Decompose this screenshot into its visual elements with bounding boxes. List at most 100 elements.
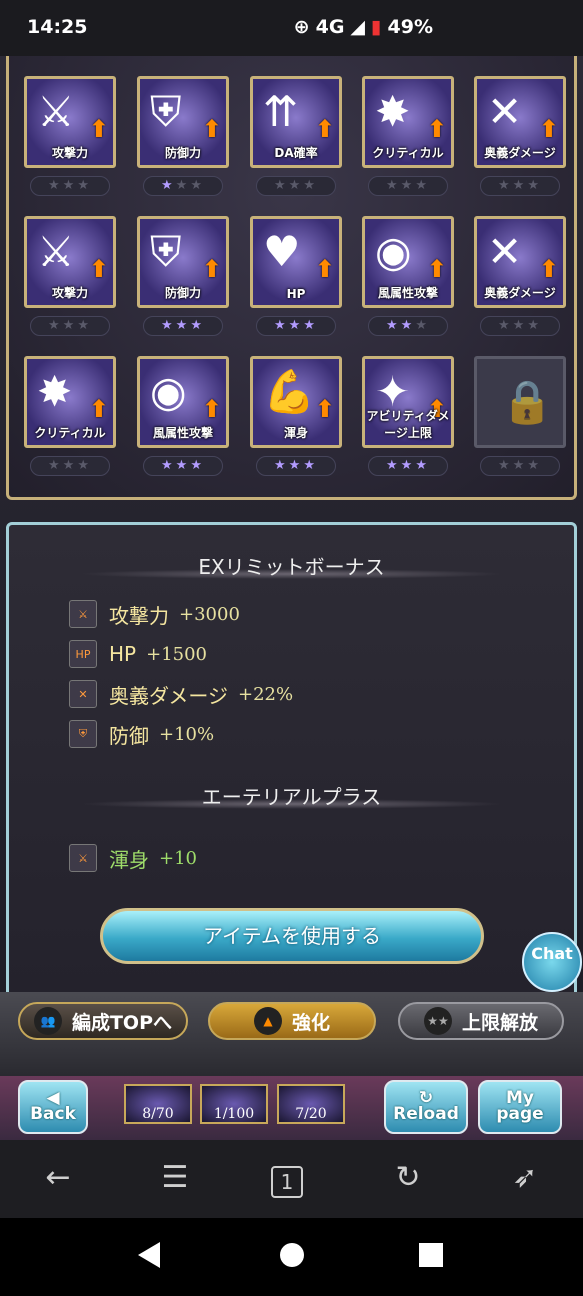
arrow-up-icon: ⬆ bbox=[426, 115, 447, 143]
skill-label: 防御力 bbox=[164, 146, 201, 160]
rocket-icon[interactable]: ➶ bbox=[505, 1160, 545, 1195]
bonus-name: 渾身 bbox=[109, 847, 149, 872]
sword-icon: ⚔ bbox=[69, 600, 97, 628]
arrow-up-icon: ⬆ bbox=[314, 395, 335, 423]
skill-slot[interactable]: ⛨ ⬆ 防御力 ★★★ bbox=[137, 216, 229, 336]
bonus-name: 攻撃力 bbox=[109, 603, 169, 628]
arrow-up-icon: ▲ bbox=[253, 1007, 282, 1035]
refresh-icon[interactable]: ↻ bbox=[388, 1160, 428, 1195]
skill-slot[interactable]: ◉ ⬆ 風属性攻撃 ★★★ bbox=[137, 356, 229, 476]
hp-icon: HP bbox=[69, 640, 97, 668]
menu-icon[interactable]: ☰ bbox=[155, 1160, 195, 1195]
skill-slot[interactable]: ⇈ ⬆ DA確率 ★★★ bbox=[250, 76, 342, 196]
reload-label: Reload bbox=[393, 1104, 459, 1124]
skill-icon: 💪 bbox=[263, 367, 316, 416]
skill-label: 奥義ダメージ bbox=[484, 286, 556, 300]
action-bar: 👥 編成TOPへ ▲ 強化 ★★ 上限解放 bbox=[0, 992, 583, 1076]
skill-tile[interactable]: ◉ ⬆ 風属性攻撃 bbox=[137, 356, 229, 448]
ougi-icon: ✕ bbox=[69, 680, 97, 708]
counter-3[interactable]: 7/20 bbox=[277, 1084, 345, 1124]
skill-label: 防御力 bbox=[164, 286, 201, 300]
reload-button[interactable]: ↻ Reload bbox=[384, 1080, 468, 1134]
counter-2[interactable]: 1/100 bbox=[200, 1084, 268, 1124]
sync-icon: ⊕ bbox=[293, 16, 310, 38]
skill-icon: ♥ bbox=[263, 227, 301, 276]
skill-tile[interactable]: ⚔ ⬆ 攻撃力 bbox=[24, 76, 116, 168]
skill-tile[interactable]: ⚔ ⬆ 攻撃力 bbox=[24, 216, 116, 308]
skill-label: クリティカル bbox=[34, 426, 106, 440]
skill-grid-panel: ⚔ ⬆ 攻撃力 ★★★ ⛨ ⬆ 防御力 ★★★ ⇈ ⬆ DA確率 ★★★ ✸ ⬆ クリティカル ★★★ ✕ ⬆ 奥義… bbox=[6, 56, 577, 500]
ethereal-title: エーテリアルプラス bbox=[201, 785, 382, 809]
skill-slot[interactable]: ✦ ⬆ アビリティダメージ上限 ★★★ bbox=[362, 356, 454, 476]
skill-tile[interactable]: ✸ ⬆ クリティカル bbox=[24, 356, 116, 448]
skill-tile[interactable]: 💪 ⬆ 渾身 bbox=[250, 356, 342, 448]
battery-icon: ▮ bbox=[371, 16, 382, 38]
team-top-button[interactable]: 👥 編成TOPへ bbox=[18, 1002, 188, 1040]
skill-stars: ★★★ bbox=[30, 176, 110, 196]
sword-icon: ⚔ bbox=[69, 844, 97, 872]
skill-tile[interactable]: ✕ ⬆ 奥義ダメージ bbox=[474, 216, 566, 308]
arrow-up-icon: ⬆ bbox=[314, 255, 335, 283]
bonus-name: 奥義ダメージ bbox=[109, 683, 228, 708]
shield-icon: ⛨ bbox=[69, 720, 97, 748]
skill-tile[interactable]: ◉ ⬆ 風属性攻撃 bbox=[362, 216, 454, 308]
bonus-row: ✕ 奥義ダメージ +22% bbox=[69, 679, 293, 709]
skill-stars: ★★★ bbox=[256, 456, 336, 476]
skill-icon: ✸ bbox=[37, 367, 73, 416]
status-bar: 14:25 ⊕ 4G ◢ ▮ 49% bbox=[0, 0, 583, 56]
arrow-up-icon: ⬆ bbox=[538, 115, 559, 143]
game-view: ⚔ ⬆ 攻撃力 ★★★ ⛨ ⬆ 防御力 ★★★ ⇈ ⬆ DA確率 ★★★ ✸ ⬆ クリティカル ★★★ ✕ ⬆ 奥義… bbox=[0, 56, 583, 1140]
android-home-icon[interactable] bbox=[280, 1243, 304, 1267]
skill-icon: ✸ bbox=[375, 87, 411, 136]
android-back-icon[interactable] bbox=[138, 1242, 160, 1268]
back-button[interactable]: ◀ Back bbox=[18, 1080, 88, 1134]
skill-icon: ⚔ bbox=[37, 87, 75, 136]
skill-stars: ★★★ bbox=[480, 456, 560, 476]
skill-icon: ⚔ bbox=[37, 227, 75, 276]
mypage-label-2: page bbox=[496, 1104, 544, 1124]
skill-slot[interactable]: ✕ ⬆ 奥義ダメージ ★★★ bbox=[474, 216, 566, 336]
uncap-button[interactable]: ★★ 上限解放 bbox=[398, 1002, 564, 1040]
skill-tile[interactable]: ♥ ⬆ HP bbox=[250, 216, 342, 308]
skill-slot[interactable]: ♥ ⬆ HP ★★★ bbox=[250, 216, 342, 336]
skill-tile[interactable]: ⛨ ⬆ 防御力 bbox=[137, 76, 229, 168]
skill-slot[interactable]: 💪 ⬆ 渾身 ★★★ bbox=[250, 356, 342, 476]
skill-slot[interactable]: ✕ ⬆ 奥義ダメージ ★★★ bbox=[474, 76, 566, 196]
skill-tile[interactable]: ✸ ⬆ クリティカル bbox=[362, 76, 454, 168]
skill-slot[interactable]: ⛨ ⬆ 防御力 ★★★ bbox=[137, 76, 229, 196]
skill-slot[interactable]: ⚔ ⬆ 攻撃力 ★★★ bbox=[24, 216, 116, 336]
chat-button[interactable]: Chat bbox=[522, 932, 582, 992]
skill-tile[interactable]: ⇈ ⬆ DA確率 bbox=[250, 76, 342, 168]
back-arrow-icon[interactable]: ← bbox=[38, 1160, 78, 1195]
skill-label: 風属性攻撃 bbox=[377, 286, 438, 300]
skill-label: DA確率 bbox=[274, 146, 318, 160]
android-recents-icon[interactable] bbox=[419, 1243, 443, 1267]
arrow-up-icon: ⬆ bbox=[88, 255, 109, 283]
skill-tile[interactable]: ✕ ⬆ 奥義ダメージ bbox=[474, 76, 566, 168]
enhance-label: 強化 bbox=[291, 1011, 330, 1034]
skill-slot[interactable]: ✸ ⬆ クリティカル ★★★ bbox=[362, 76, 454, 196]
skill-icon: ◉ bbox=[150, 367, 187, 416]
bonus-row: HP HP +1500 bbox=[69, 639, 207, 669]
status-time: 14:25 bbox=[27, 16, 88, 38]
mypage-button[interactable]: My page bbox=[478, 1080, 562, 1134]
tabs-icon[interactable]: 1 bbox=[271, 1166, 303, 1198]
skill-icon: ✕ bbox=[487, 87, 523, 136]
skill-tile[interactable]: ✦ ⬆ アビリティダメージ上限 bbox=[362, 356, 454, 448]
locked-skill-tile[interactable]: 🔒 bbox=[474, 356, 566, 448]
enhance-button[interactable]: ▲ 強化 bbox=[208, 1002, 376, 1040]
arrow-up-icon: ⬆ bbox=[88, 115, 109, 143]
skill-slot[interactable]: ◉ ⬆ 風属性攻撃 ★★★ bbox=[362, 216, 454, 336]
bonus-value: +10 bbox=[159, 847, 197, 869]
skill-stars: ★★★ bbox=[480, 176, 560, 196]
uncap-label: 上限解放 bbox=[461, 1011, 538, 1034]
skill-tile[interactable]: ⛨ ⬆ 防御力 bbox=[137, 216, 229, 308]
skill-slot[interactable]: ✸ ⬆ クリティカル ★★★ bbox=[24, 356, 116, 476]
skill-label: クリティカル bbox=[372, 146, 444, 160]
skill-slot[interactable]: ⚔ ⬆ 攻撃力 ★★★ bbox=[24, 76, 116, 196]
ex-bonus-title: EXリミットボーナス bbox=[198, 555, 385, 579]
skill-label: 渾身 bbox=[283, 426, 308, 440]
use-item-button[interactable]: アイテムを使用する bbox=[100, 908, 484, 964]
counter-1[interactable]: 8/70 bbox=[124, 1084, 192, 1124]
skill-slot[interactable]: 🔒 ★★★ bbox=[474, 356, 566, 476]
